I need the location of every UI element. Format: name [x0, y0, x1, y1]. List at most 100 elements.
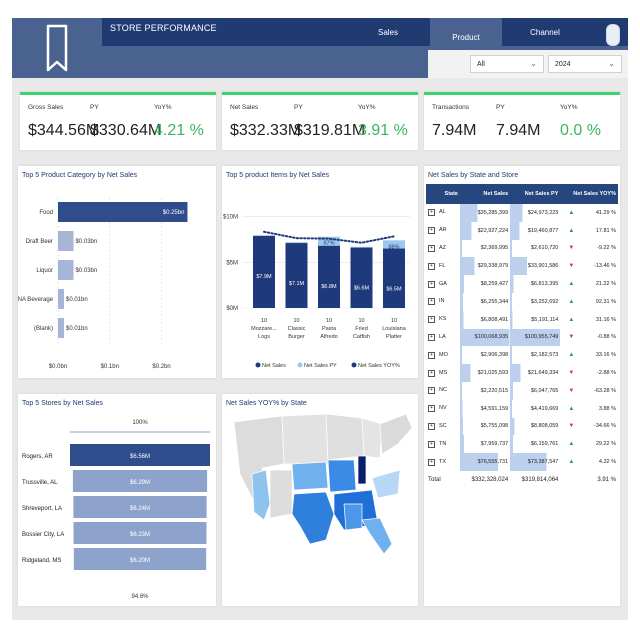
tab-sales[interactable]: Sales [360, 18, 416, 46]
table-row[interactable]: + IN $6,255,344 $3,252,692 ▲ 92.31 % [426, 292, 618, 311]
map-carolinas [371, 469, 401, 499]
state-code: AZ [439, 244, 447, 251]
arrow-down-icon: ▼ [568, 334, 575, 341]
table-row[interactable]: + SC $5,755,098 $8,808,059 ▼ -34.66 % [426, 417, 618, 436]
us-map[interactable] [222, 394, 418, 606]
x-tick-label: Logs [258, 334, 270, 340]
expand-icon[interactable]: + [428, 316, 435, 324]
net-sales-label: $6.6M [354, 286, 370, 292]
state-code: KS [439, 316, 447, 323]
table-row[interactable]: + LA $100,068,935 $100,955,749 ▼ -0.88 % [426, 328, 618, 347]
map-tx [291, 491, 335, 545]
y-tick-label: $0M [226, 306, 238, 312]
table-row[interactable]: + MS $21,025,593 $21,649,334 ▼ -2.88 % [426, 364, 618, 382]
col-net-sales[interactable]: Net Sales [460, 184, 511, 204]
arrow-up-icon: ▲ [568, 281, 575, 288]
expand-icon[interactable]: + [428, 262, 435, 270]
year-select[interactable]: 2024 ⌄ [548, 55, 622, 73]
region-select[interactable]: All ⌄ [470, 55, 544, 73]
map-central-plains [291, 461, 329, 491]
store-value-label: $6.20M [130, 558, 150, 564]
expand-icon[interactable]: + [428, 422, 435, 430]
yoy-value: 17.81 % [595, 227, 616, 234]
expand-icon[interactable]: + [428, 405, 435, 413]
yoy-label: 87% [323, 241, 334, 247]
cell-net-sales-py: $2,610,720 [510, 239, 561, 258]
cell-state: + AL [426, 204, 460, 222]
expand-icon[interactable]: + [428, 298, 435, 306]
store-label: Ridgeland, MS [22, 558, 61, 564]
legend-label: Net Sales [262, 363, 286, 369]
x-tick-label: Classic [288, 326, 306, 332]
top-percent-label: 100% [132, 420, 148, 426]
cell-yoy: ▼ -2.88 % [560, 364, 618, 382]
map-nv-az [251, 469, 271, 521]
cell-net-sales: $29,338,979 [460, 257, 511, 276]
cell-yoy: ▼ -9.22 % [560, 240, 618, 258]
table-row[interactable]: + NV $4,591,159 $4,419,669 ▲ 3.88 % [426, 399, 618, 418]
expand-icon[interactable]: + [428, 369, 435, 377]
yoy-value: -0.88 % [597, 334, 616, 341]
arrow-up-icon: ▲ [568, 459, 575, 466]
category-label: NA Beverage [18, 297, 54, 303]
x-tick-label: $0.1bn [101, 364, 119, 370]
net-sales-py-value: $33,901,586 [527, 263, 559, 270]
table-row[interactable]: + AR $22,927,224 $19,460,877 ▲ 17.81 % [426, 221, 618, 240]
legend-marker [297, 362, 303, 368]
cell-yoy: ▲ 31.16 % [560, 311, 618, 329]
legend-label: Net Sales YOY% [358, 363, 400, 369]
expand-icon[interactable]: + [428, 440, 435, 448]
state-code: FL [439, 262, 446, 269]
net-sales-py-value: $21,649,334 [527, 370, 559, 377]
cell-net-sales: $35,285,399 [460, 204, 511, 222]
col-state[interactable]: State [426, 184, 460, 204]
expand-icon[interactable]: + [428, 227, 435, 235]
table-row[interactable]: + GA $8,259,427 $6,813,395 ▲ 21.22 % [426, 275, 618, 293]
table-row[interactable]: + NC $2,220,515 $6,047,765 ▼ -63.28 % [426, 381, 618, 400]
yoy-value: -34.66 % [593, 423, 616, 430]
table-row[interactable]: + AL $35,285,399 $24,973,223 ▲ 41.29 % [426, 204, 618, 222]
net-sales-value: $6,255,344 [480, 298, 509, 305]
expand-icon[interactable]: + [428, 351, 435, 359]
cell-net-sales: $6,808,491 [460, 310, 511, 329]
net-sales-py-value: $5,191,114 [531, 316, 559, 323]
map-indiana [357, 455, 367, 485]
expand-icon[interactable]: + [428, 209, 435, 217]
expand-icon[interactable]: + [428, 387, 435, 395]
net-sales-value: $29,338,979 [477, 263, 509, 270]
net-sales-value: $2,369,995 [480, 245, 509, 252]
state-code: IN [439, 298, 445, 305]
kpi-label: Transactions [432, 104, 469, 111]
state-code: GA [439, 280, 447, 287]
kpi-accent-line [20, 92, 216, 95]
top5-items-card: Top 5 product Items by Net Sales $10M $5M… [222, 166, 418, 378]
table-row[interactable]: + FL $29,338,979 $33,901,586 ▼ -13.46 % [426, 257, 618, 276]
table-row[interactable]: + TX $76,555,731 $73,387,547 ▲ 4.32 % [426, 453, 618, 471]
map-northeast [379, 413, 413, 455]
expand-icon[interactable]: + [428, 244, 435, 252]
net-sales-py-value: $24,973,223 [527, 209, 559, 216]
store-value-label: $6.23M [130, 532, 150, 538]
tab-channel[interactable]: Channel [504, 18, 586, 46]
kpi-label: Net Sales [230, 104, 259, 111]
year-select-value: 2024 [555, 60, 571, 68]
table-row[interactable]: + KS $6,808,491 $5,191,114 ▲ 31.16 % [426, 310, 618, 329]
table-row[interactable]: + TN $7,959,737 $6,159,761 ▲ 29.22 % [426, 435, 618, 454]
tab-product[interactable]: Product [430, 24, 502, 50]
x-tick-label: Mozzare... [251, 326, 277, 332]
toggle-switch[interactable] [606, 24, 620, 46]
expand-icon[interactable]: + [428, 280, 435, 288]
cell-state: + FL [426, 257, 460, 275]
arrow-up-icon: ▲ [568, 209, 575, 216]
col-net-sales-py[interactable]: Net Sales PY [510, 184, 561, 204]
x-tick-label: Platter [386, 334, 402, 340]
expand-icon[interactable]: + [428, 333, 435, 341]
table-row[interactable]: + MO $2,906,398 $2,182,573 ▲ 33.16 % [426, 346, 618, 365]
x-tick-label: Catfish [353, 334, 370, 340]
kpi-py-label: PY [496, 104, 505, 111]
col-net-sales-yoy[interactable]: Net Sales YOY% [560, 184, 618, 204]
arrow-up-icon: ▲ [568, 298, 575, 305]
expand-icon[interactable]: + [428, 458, 435, 466]
table-row[interactable]: + AZ $2,369,995 $2,610,720 ▼ -9.22 % [426, 239, 618, 258]
cell-yoy: ▲ 21.22 % [560, 275, 618, 293]
